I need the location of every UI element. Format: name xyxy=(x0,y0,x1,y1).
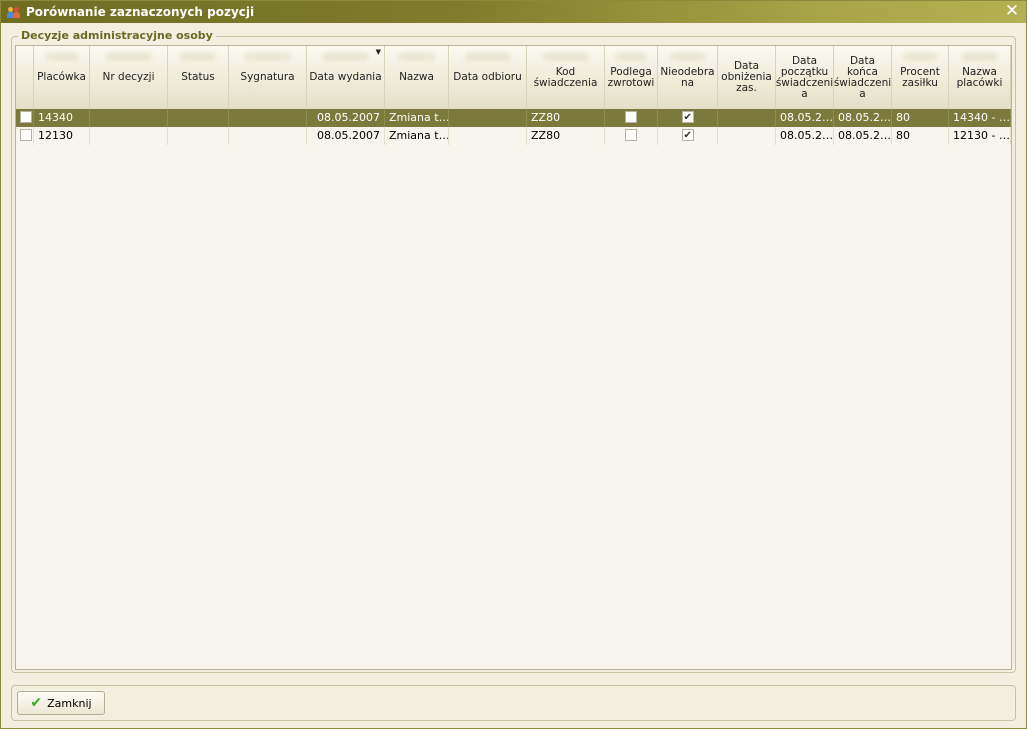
cell-data-odbioru xyxy=(449,109,527,127)
header-data-odbioru[interactable]: Data odbioru xyxy=(449,46,527,109)
cell-data-poczatku: 08.05.2… xyxy=(776,127,834,145)
cell-nr-decyzji xyxy=(90,109,168,127)
close-button[interactable]: ✔ Zamknij xyxy=(17,691,105,715)
cell-nieodebrana xyxy=(658,109,718,127)
header-placowka[interactable]: Placówka xyxy=(34,46,90,109)
header-select-column[interactable] xyxy=(16,46,34,109)
podlega-checkbox xyxy=(625,111,637,123)
header-procent-zasilku[interactable]: Procent zasiłku xyxy=(892,46,949,109)
row-checkbox-cell[interactable] xyxy=(16,109,34,127)
cell-nazwa-placowki: 12130 - … xyxy=(949,127,1011,145)
checkmark-icon: ✔ xyxy=(30,695,43,711)
header-nr-decyzji[interactable]: Nr decyzji xyxy=(90,46,168,109)
cell-nazwa: Zmiana t… xyxy=(385,127,449,145)
decisions-grid[interactable]: Placówka Nr decyzji Status Sygnatura ▼ Da… xyxy=(15,45,1012,670)
table-row[interactable]: 14340 08.05.2007 Zmiana t… ZZ80 08.05.2…… xyxy=(16,109,1011,127)
nieodebrana-checkbox xyxy=(681,109,694,127)
header-sygnatura[interactable]: Sygnatura xyxy=(229,46,307,109)
cell-kod-swiadczenia: ZZ80 xyxy=(527,127,605,145)
row-select-checkbox[interactable] xyxy=(20,111,32,123)
header-data-poczatku[interactable]: Data początku świadczeni a xyxy=(776,46,834,109)
header-status[interactable]: Status xyxy=(168,46,229,109)
cell-placowka: 12130 xyxy=(34,127,90,145)
table-row[interactable]: 12130 08.05.2007 Zmiana t… ZZ80 08.05.2…… xyxy=(16,127,1011,145)
cell-sygnatura xyxy=(229,127,307,145)
cell-status xyxy=(168,109,229,127)
people-icon xyxy=(7,5,21,19)
cell-data-obnizenia xyxy=(718,127,776,145)
cell-nazwa-placowki: 14340 - … xyxy=(949,109,1011,127)
header-nieodebrana[interactable]: Nieodebra na xyxy=(658,46,718,109)
header-data-konca[interactable]: Data końca świadczeni a xyxy=(834,46,892,109)
cell-data-wydania: 08.05.2007 xyxy=(307,109,385,127)
close-icon[interactable]: ✕ xyxy=(1004,3,1020,20)
window-title: Porównanie zaznaczonych pozycji xyxy=(26,5,255,19)
header-kod-swiadczenia[interactable]: Kod świadczenia xyxy=(527,46,605,109)
cell-nieodebrana xyxy=(658,127,718,145)
cell-nr-decyzji xyxy=(90,127,168,145)
cell-data-poczatku: 08.05.2… xyxy=(776,109,834,127)
row-select-checkbox[interactable] xyxy=(20,129,32,141)
cell-data-odbioru xyxy=(449,127,527,145)
cell-status xyxy=(168,127,229,145)
cell-kod-swiadczenia: ZZ80 xyxy=(527,109,605,127)
group-legend: Decyzje administracyjne osoby xyxy=(18,29,216,42)
cell-data-wydania: 08.05.2007 xyxy=(307,127,385,145)
cell-procent-zasilku: 80 xyxy=(892,127,949,145)
cell-data-obnizenia xyxy=(718,109,776,127)
dialog-window: Porównanie zaznaczonych pozycji ✕ Decyzj… xyxy=(0,0,1027,729)
grid-header: Placówka Nr decyzji Status Sygnatura ▼ Da… xyxy=(16,46,1011,109)
cell-podlega-zwrotowi xyxy=(605,109,658,127)
footer-panel xyxy=(11,685,1016,721)
cell-data-konca: 08.05.2… xyxy=(834,109,892,127)
header-podlega-zwrotowi[interactable]: Podlega zwrotowi xyxy=(605,46,658,109)
cell-podlega-zwrotowi xyxy=(605,127,658,145)
cell-placowka: 14340 xyxy=(34,109,90,127)
podlega-checkbox xyxy=(625,129,637,141)
row-checkbox-cell[interactable] xyxy=(16,127,34,145)
cell-procent-zasilku: 80 xyxy=(892,109,949,127)
nieodebrana-checkbox xyxy=(681,127,694,145)
close-button-label: Zamknij xyxy=(47,696,92,710)
cell-nazwa: Zmiana t… xyxy=(385,109,449,127)
cell-sygnatura xyxy=(229,109,307,127)
header-nazwa[interactable]: Nazwa xyxy=(385,46,449,109)
header-data-wydania[interactable]: ▼ Data wydania xyxy=(307,46,385,109)
header-data-obnizenia[interactable]: Data obniżenia zas. xyxy=(718,46,776,109)
cell-data-konca: 08.05.2… xyxy=(834,127,892,145)
sort-descending-icon: ▼ xyxy=(375,48,381,56)
title-bar[interactable]: Porównanie zaznaczonych pozycji ✕ xyxy=(1,1,1026,23)
header-nazwa-placowki[interactable]: Nazwa placówki xyxy=(949,46,1011,109)
